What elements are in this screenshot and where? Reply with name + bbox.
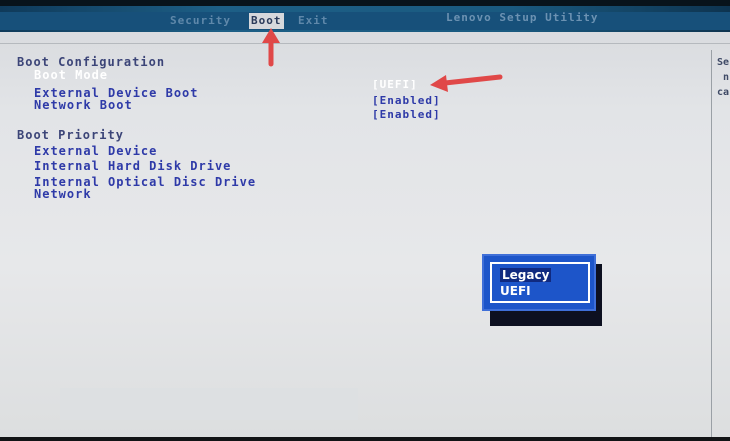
utility-title: Lenovo Setup Utility: [446, 11, 599, 24]
bios-screen: Security Boot Exit Lenovo Setup Utility …: [0, 0, 730, 441]
boot-mode-popup: Legacy UEFI: [482, 254, 596, 311]
item-network[interactable]: Network: [34, 187, 92, 201]
item-network-boot[interactable]: Network Boot: [34, 98, 133, 112]
section-boot-priority: Boot Priority: [17, 128, 124, 142]
popup-frame: Legacy UEFI: [490, 262, 590, 303]
item-internal-hard-disk-drive[interactable]: Internal Hard Disk Drive: [34, 159, 231, 173]
menu-strip: [0, 12, 730, 30]
tab-exit[interactable]: Exit: [298, 13, 329, 29]
screen-top-edge: [0, 0, 730, 6]
arrow-left-icon: [430, 74, 503, 92]
header-separator: [0, 43, 730, 44]
value-external-device-boot[interactable]: [Enabled]: [372, 94, 441, 107]
screen-bottom-edge: [0, 437, 730, 441]
tab-security[interactable]: Security: [170, 13, 231, 29]
help-panel-divider: [711, 50, 712, 441]
bios-menu-bar: Security Boot Exit Lenovo Setup Utility: [0, 0, 730, 32]
value-boot-mode[interactable]: [UEFI]: [372, 78, 418, 91]
section-boot-configuration: Boot Configuration: [17, 55, 166, 69]
help-text: Se n ca: [717, 57, 730, 98]
tab-boot[interactable]: Boot: [249, 13, 284, 29]
popup-option-legacy[interactable]: Legacy: [500, 268, 552, 282]
popup-option-uefi[interactable]: UEFI: [500, 284, 531, 298]
blurred-area: [60, 388, 358, 420]
item-external-device[interactable]: External Device: [34, 144, 157, 158]
arrow-up-icon: [262, 28, 280, 67]
value-network-boot[interactable]: [Enabled]: [372, 108, 441, 121]
item-boot-mode[interactable]: Boot Mode: [34, 68, 108, 82]
